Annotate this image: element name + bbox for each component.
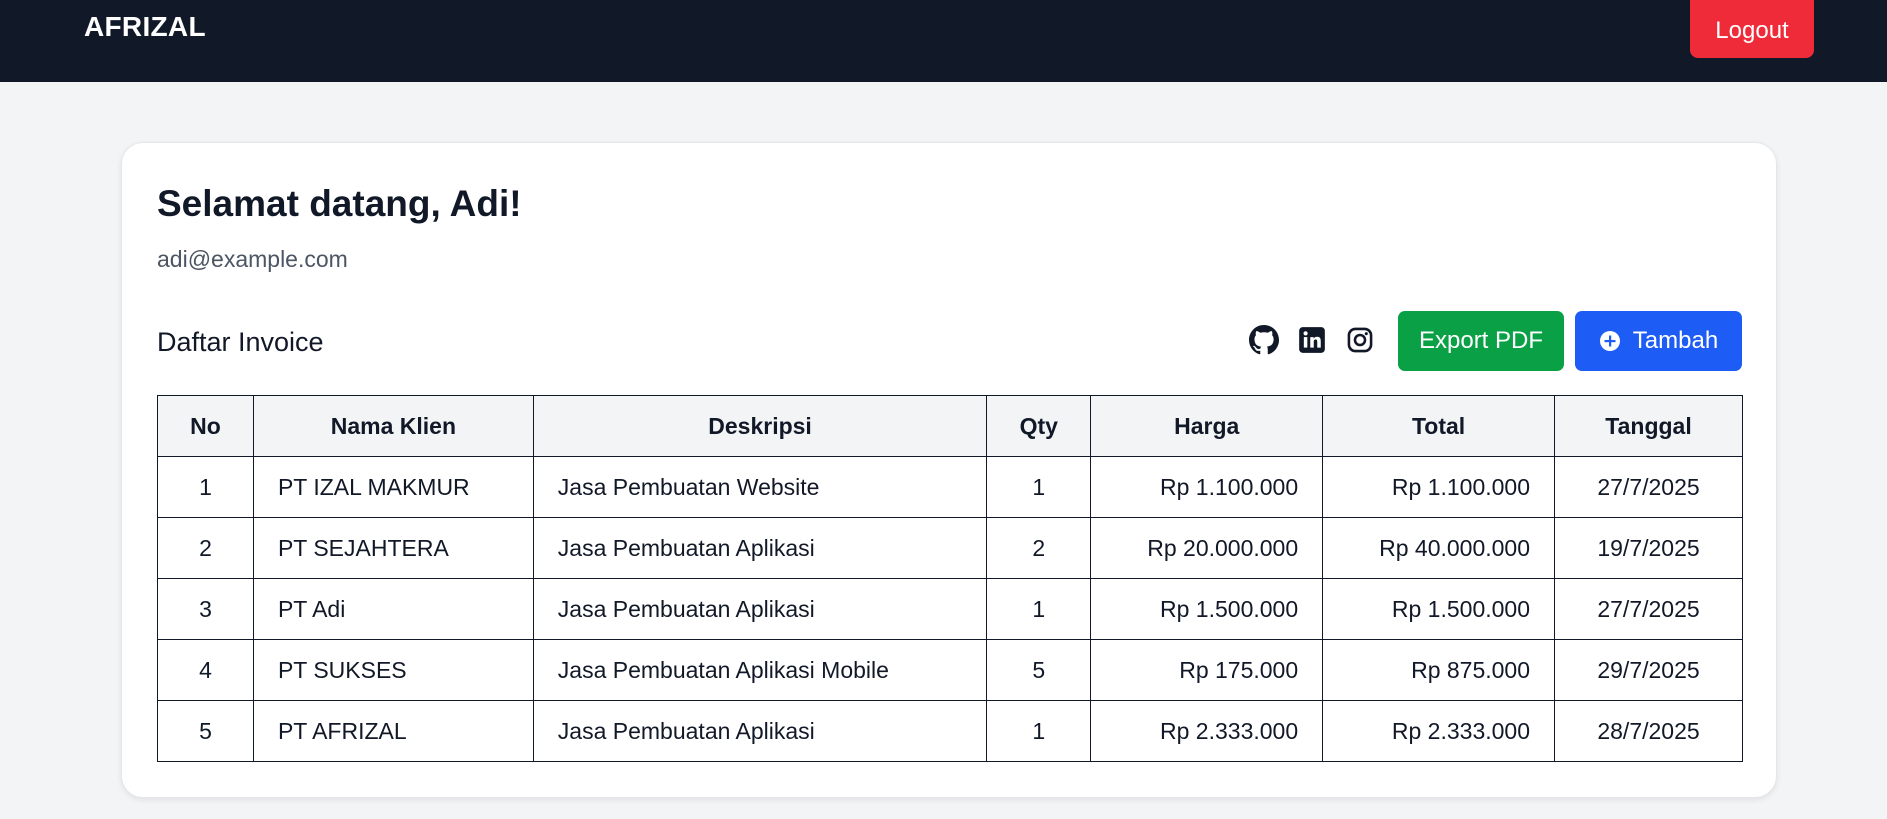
cell-deskripsi: Jasa Pembuatan Aplikasi [532,700,988,762]
column-header-harga: Harga [1090,395,1324,457]
cell-qty: 2 [986,517,1092,579]
cell-harga: Rp 1.500.000 [1090,578,1324,640]
cell-tanggal: 19/7/2025 [1554,517,1743,579]
cell-qty: 1 [986,456,1092,518]
cell-nama-klien: PT SUKSES [252,639,534,701]
cell-harga: Rp 20.000.000 [1090,517,1324,579]
column-header-total: Total [1322,395,1556,457]
cell-nama-klien: PT AFRIZAL [252,700,534,762]
column-header-no: No [157,395,254,457]
cell-harga: Rp 2.333.000 [1090,700,1324,762]
cell-deskripsi: Jasa Pembuatan Aplikasi [532,517,988,579]
top-navbar: AFRIZAL Logout [0,0,1887,82]
cell-total: Rp 2.333.000 [1322,700,1556,762]
column-header-qty: Qty [986,395,1092,457]
cell-no: 5 [157,700,254,762]
cell-deskripsi: Jasa Pembuatan Aplikasi [532,578,988,640]
plus-circle-icon [1599,330,1621,352]
cell-tanggal: 28/7/2025 [1554,700,1743,762]
add-invoice-button[interactable]: Tambah [1575,311,1742,371]
cell-deskripsi: Jasa Pembuatan Aplikasi Mobile [532,639,988,701]
table-row: 4 PT SUKSES Jasa Pembuatan Aplikasi Mobi… [157,639,1743,701]
export-pdf-button[interactable]: Export PDF [1398,311,1564,371]
cell-tanggal: 27/7/2025 [1554,456,1743,518]
cell-nama-klien: PT IZAL MAKMUR [252,456,534,518]
cell-nama-klien: PT Adi [252,578,534,640]
cell-harga: Rp 175.000 [1090,639,1324,701]
github-icon[interactable] [1248,324,1280,356]
cell-no: 1 [157,456,254,518]
add-button-label: Tambah [1632,327,1719,354]
logout-button[interactable]: Logout [1690,0,1814,58]
cell-tanggal: 29/7/2025 [1554,639,1743,701]
cell-deskripsi: Jasa Pembuatan Website [532,456,988,518]
cell-no: 4 [157,639,254,701]
column-header-nama-klien: Nama Klien [252,395,534,457]
table-row: 3 PT Adi Jasa Pembuatan Aplikasi 1 Rp 1.… [157,578,1743,640]
cell-no: 3 [157,578,254,640]
table-header-row: No Nama Klien Deskripsi Qty Harga Total … [157,395,1743,457]
cell-nama-klien: PT SEJAHTERA [252,517,534,579]
column-header-deskripsi: Deskripsi [532,395,988,457]
welcome-heading: Selamat datang, Adi! [157,183,522,224]
table-row: 1 PT IZAL MAKMUR Jasa Pembuatan Website … [157,456,1743,518]
column-header-tanggal: Tanggal [1554,395,1743,457]
cell-total: Rp 1.100.000 [1322,456,1556,518]
invoice-section-title: Daftar Invoice [157,327,324,357]
cell-qty: 1 [986,700,1092,762]
instagram-icon[interactable] [1344,324,1376,356]
table-row: 2 PT SEJAHTERA Jasa Pembuatan Aplikasi 2… [157,517,1743,579]
brand-logo-text: AFRIZAL [84,11,206,42]
cell-qty: 5 [986,639,1092,701]
cell-total: Rp 40.000.000 [1322,517,1556,579]
table-row: 5 PT AFRIZAL Jasa Pembuatan Aplikasi 1 R… [157,700,1743,762]
cell-harga: Rp 1.100.000 [1090,456,1324,518]
linkedin-icon[interactable] [1296,324,1328,356]
invoice-table: No Nama Klien Deskripsi Qty Harga Total … [157,395,1743,762]
dashboard-card: Selamat datang, Adi! adi@example.com Daf… [121,142,1777,798]
cell-no: 2 [157,517,254,579]
cell-qty: 1 [986,578,1092,640]
cell-tanggal: 27/7/2025 [1554,578,1743,640]
cell-total: Rp 875.000 [1322,639,1556,701]
user-email: adi@example.com [157,246,348,272]
cell-total: Rp 1.500.000 [1322,578,1556,640]
